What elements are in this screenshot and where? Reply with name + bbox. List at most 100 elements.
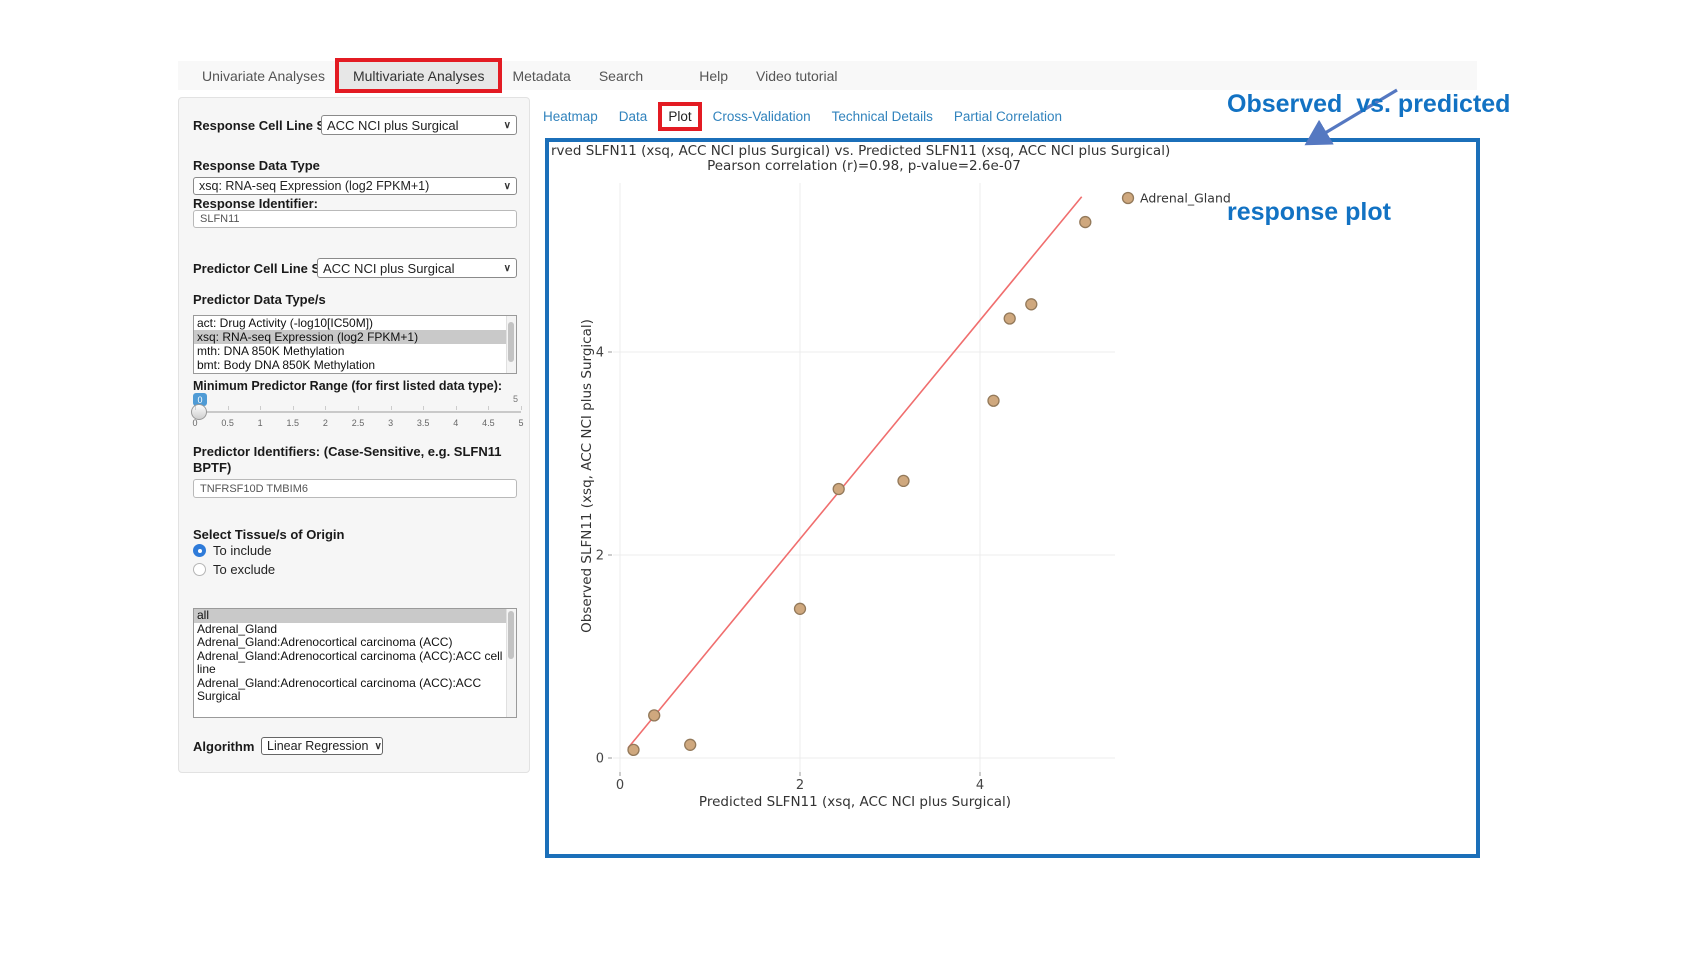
tab-partial-correlation[interactable]: Partial Correlation [954,109,1062,124]
nav-item-univariate-analyses[interactable]: Univariate Analyses [188,61,339,90]
predictor-data-types-listbox[interactable]: act: Drug Activity (-log10[IC50M])xsq: R… [193,315,517,374]
slider-track[interactable] [195,411,521,413]
slider-max-label: 5 [513,394,518,404]
scrollbar-thumb[interactable] [508,322,514,362]
scrollbar[interactable] [506,609,516,717]
annotation-line2: response plot [1227,194,1510,230]
data-point[interactable] [1026,299,1037,310]
min-predictor-range-label: Minimum Predictor Range (for first liste… [193,378,502,394]
x-tick-label: 2 [796,778,804,793]
tab-heatmap[interactable]: Heatmap [543,109,598,124]
radio-icon[interactable] [193,544,206,557]
data-point[interactable] [898,475,909,486]
tissue-origin-label: Select Tissue/s of Origin [193,527,344,543]
list-option[interactable]: all [194,609,506,623]
tab-technical-details[interactable]: Technical Details [832,109,933,124]
chevron-down-icon: ∨ [374,741,381,752]
tab-label: Heatmap [543,109,598,124]
predictor-identifiers-input[interactable] [193,479,517,498]
radio-to-include[interactable]: To include [193,543,272,558]
data-point[interactable] [1004,313,1015,324]
list-option[interactable]: mth: DNA 850K Methylation [194,344,516,358]
tab-cross-validation[interactable]: Cross-Validation [713,109,811,124]
slider-tick-mark [358,406,359,410]
scrollbar[interactable] [506,316,516,373]
slider-tick-mark [423,406,424,410]
data-point[interactable] [1080,217,1091,228]
page: { "annotation": { "line1": "Observed vs.… [0,0,1700,956]
nav-item-label: Search [599,68,643,84]
slider-tick-mark [391,406,392,410]
algorithm-value: Linear Regression [267,739,368,753]
tab-label: Plot [668,109,691,124]
radio-to-exclude[interactable]: To exclude [193,562,275,577]
predictor-data-types-options: act: Drug Activity (-log10[IC50M])xsq: R… [194,316,516,372]
tissue-listbox[interactable]: allAdrenal_GlandAdrenal_Gland:Adrenocort… [193,608,517,718]
data-point[interactable] [795,603,806,614]
list-option[interactable]: Adrenal_Gland [194,623,506,637]
data-point[interactable] [988,395,999,406]
chevron-down-icon: ∨ [504,120,511,131]
nav-item-multivariate-analyses[interactable]: Multivariate Analyses [339,61,499,90]
nav-item-help[interactable]: Help [685,61,742,90]
slider-tick-label: 4.5 [482,418,495,428]
algorithm-select[interactable]: Linear Regression ∨ [261,737,383,755]
chevron-down-icon: ∨ [504,263,511,274]
data-point[interactable] [649,710,660,721]
predictor-cell-line-set-label: Predictor Cell Line Set [193,261,332,277]
x-tick-label: 0 [616,778,624,793]
scrollbar-thumb[interactable] [508,611,514,659]
radio-label: To include [213,543,272,558]
response-data-type-select[interactable]: xsq: RNA-seq Expression (log2 FPKM+1) ∨ [193,177,517,195]
list-option[interactable]: Adrenal_Gland:Adrenocortical carcinoma (… [194,650,506,677]
data-point[interactable] [628,744,639,755]
slider-tick-mark [488,406,489,410]
slider-tick-label: 3.5 [417,418,430,428]
nav-item-metadata[interactable]: Metadata [498,61,584,90]
annotation-callout: Observed vs. predicted response plot [1227,14,1510,266]
slider-tick-mark [260,406,261,410]
legend-label[interactable]: Adrenal_Gland [1140,191,1231,206]
slider-tick-mark [293,406,294,410]
sidebar-panel: Response Cell Line Set ACC NCI plus Surg… [178,97,530,773]
slider-tick-mark [325,406,326,410]
algorithm-label: Algorithm [193,739,254,755]
nav-item-label: Help [699,68,728,84]
slider-tick-mark [456,406,457,410]
chevron-down-icon: ∨ [504,181,511,192]
legend-marker-icon[interactable] [1123,193,1134,204]
slider-tick-label: 2 [323,418,328,428]
tab-plot[interactable]: Plot [668,109,691,124]
slider-tick-label: 0 [192,418,197,428]
slider-tick-label: 5 [518,418,523,428]
list-option[interactable]: Adrenal_Gland:Adrenocortical carcinoma (… [194,636,506,650]
slider-tick-label: 0.5 [221,418,234,428]
y-tick-label: 4 [596,346,604,361]
y-tick-label: 0 [596,752,604,767]
list-option[interactable]: xsq: RNA-seq Expression (log2 FPKM+1) [194,330,516,344]
slider-tick-label: 2.5 [352,418,365,428]
predictor-cell-line-set-select[interactable]: ACC NCI plus Surgical ∨ [317,258,517,278]
nav-item-label: Video tutorial [756,68,837,84]
slider-tick-mark [195,406,196,410]
slider-tick-label: 4 [453,418,458,428]
data-point[interactable] [833,484,844,495]
response-cell-line-set-value: ACC NCI plus Surgical [327,118,459,133]
list-option[interactable]: Adrenal_Gland:Adrenocortical carcinoma (… [194,677,506,704]
response-identifier-input[interactable] [193,210,517,228]
tab-data[interactable]: Data [619,109,648,124]
nav-item-label: Metadata [512,68,570,84]
tab-label: Partial Correlation [954,109,1062,124]
x-tick-label: 4 [976,778,984,793]
list-option[interactable]: act: Drug Activity (-log10[IC50M]) [194,316,516,330]
response-cell-line-set-select[interactable]: ACC NCI plus Surgical ∨ [321,115,517,135]
predictor-identifiers-label: Predictor Identifiers: (Case-Sensitive, … [193,444,517,476]
radio-icon[interactable] [193,563,206,576]
nav-item-video-tutorial[interactable]: Video tutorial [742,61,851,90]
tab-label: Technical Details [832,109,933,124]
nav-item-label: Multivariate Analyses [353,68,485,84]
data-point[interactable] [685,739,696,750]
list-option[interactable]: bmt: Body DNA 850K Methylation [194,358,516,372]
radio-label: To exclude [213,562,275,577]
nav-item-search[interactable]: Search [585,61,657,90]
